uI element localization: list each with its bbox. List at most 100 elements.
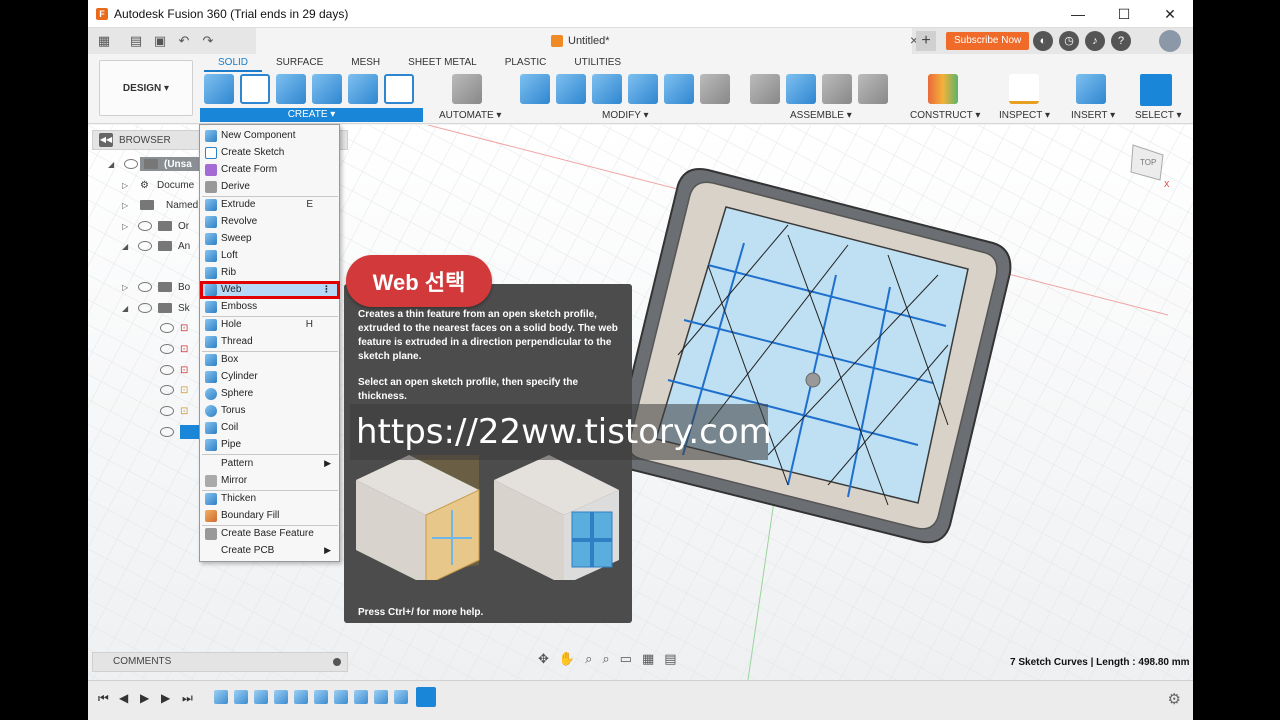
expand-icon[interactable]: ◢ — [122, 242, 132, 251]
pattern-icon[interactable] — [384, 74, 414, 104]
browser-row-analysis[interactable]: ◢ An — [122, 236, 190, 256]
offset-face-icon[interactable] — [664, 74, 694, 104]
offset-plane-icon[interactable] — [928, 74, 958, 104]
menu-item-derive[interactable]: Derive — [201, 178, 339, 195]
display-settings-icon[interactable]: ▭ — [620, 651, 632, 667]
hidden-eye-icon[interactable] — [160, 365, 174, 375]
visibility-eye-icon[interactable] — [138, 282, 152, 292]
automate-icon[interactable] — [452, 74, 482, 104]
comments-panel[interactable]: COMMENTS — [92, 652, 348, 672]
menu-item-coil[interactable]: Coil — [201, 419, 339, 436]
timeline-next-icon[interactable]: ▶ — [161, 691, 170, 705]
menu-item-mirror[interactable]: Mirror — [201, 472, 339, 489]
hidden-eye-icon[interactable] — [160, 323, 174, 333]
visibility-eye-icon[interactable] — [160, 427, 174, 437]
menu-item-create-sketch[interactable]: Create Sketch — [201, 144, 339, 161]
browser-row-root[interactable]: ◢ (Unsa — [108, 154, 192, 174]
timeline-feature-icon[interactable] — [234, 690, 248, 704]
revolve-icon[interactable] — [312, 74, 342, 104]
menu-item-create-base-feature[interactable]: Create Base Feature — [201, 525, 339, 542]
timeline-feature-icon[interactable] — [394, 690, 408, 704]
menu-item-extrude[interactable]: Extrude E — [201, 196, 339, 213]
hidden-eye-icon[interactable] — [160, 344, 174, 354]
sketch-row-active[interactable] — [154, 422, 202, 442]
new-component-assemble-icon[interactable] — [786, 74, 816, 104]
gear-icon[interactable]: ⚙ — [1168, 690, 1181, 708]
combine-icon[interactable] — [628, 74, 658, 104]
menu-item-emboss[interactable]: Emboss — [201, 298, 339, 315]
browser-row-bodies[interactable]: ▷ Bo — [122, 277, 190, 297]
joint-icon[interactable] — [750, 74, 780, 104]
close-button[interactable]: ✕ — [1147, 0, 1193, 28]
timeline-feature-icon[interactable] — [374, 690, 388, 704]
sketch-row[interactable]: ⊡ — [154, 401, 188, 421]
hidden-eye-icon[interactable] — [160, 406, 174, 416]
hidden-eye-icon[interactable] — [160, 385, 174, 395]
inspect-dropdown[interactable]: INSPECT ▾ — [999, 110, 1050, 121]
timeline-feature-icon[interactable] — [254, 690, 268, 704]
workspace-switcher[interactable]: DESIGN ▾ — [99, 60, 193, 116]
grid-menu-icon[interactable]: ▦ — [92, 30, 116, 52]
menu-item-sphere[interactable]: Sphere — [201, 385, 339, 402]
browser-row-origin[interactable]: ▷ Or — [122, 216, 189, 236]
timeline-feature-icon[interactable] — [214, 690, 228, 704]
menu-item-pipe[interactable]: Pipe — [201, 436, 339, 453]
as-built-joint-icon[interactable] — [822, 74, 852, 104]
expand-icon[interactable]: ▷ — [122, 222, 132, 231]
create-sketch-icon[interactable] — [240, 74, 270, 104]
sketch-row[interactable]: ⊡ — [154, 318, 188, 338]
undo-icon[interactable]: ↶ — [172, 30, 196, 52]
construct-dropdown[interactable]: CONSTRUCT ▾ — [910, 110, 980, 121]
shell-icon[interactable] — [592, 74, 622, 104]
move-icon[interactable] — [700, 74, 730, 104]
measure-icon[interactable] — [1009, 74, 1039, 104]
menu-item-create-pcb[interactable]: Create PCB ▶ — [201, 542, 339, 559]
menu-item-pattern[interactable]: Pattern ▶ — [201, 455, 339, 472]
fillet-icon[interactable] — [556, 74, 586, 104]
new-component-icon[interactable] — [204, 74, 234, 104]
visibility-eye-icon[interactable] — [138, 303, 152, 313]
sketch-row[interactable]: ⊡ — [154, 360, 188, 380]
job-status-icon[interactable]: ◷ — [1059, 31, 1079, 51]
sketch-row[interactable]: ⊡ — [154, 380, 188, 400]
tab-solid[interactable]: SOLID — [204, 56, 263, 72]
menu-item-thicken[interactable]: Thicken — [201, 490, 339, 507]
menu-item-boundary-fill[interactable]: Boundary Fill — [201, 507, 339, 524]
expand-icon[interactable]: ◢ — [122, 304, 132, 313]
pan-icon[interactable]: ✋ — [559, 651, 575, 667]
hole-icon[interactable] — [348, 74, 378, 104]
tab-surface[interactable]: SURFACE — [262, 56, 337, 72]
select-dropdown[interactable]: SELECT ▾ — [1135, 110, 1182, 121]
menu-item-cylinder[interactable]: Cylinder — [201, 368, 339, 385]
minimize-button[interactable]: — — [1055, 0, 1101, 28]
grid-settings-icon[interactable]: ▦ — [642, 651, 654, 667]
timeline-prev-icon[interactable]: ◀ — [119, 691, 128, 705]
press-pull-icon[interactable] — [520, 74, 550, 104]
modify-dropdown[interactable]: MODIFY ▾ — [602, 110, 649, 121]
timeline-feature-icon[interactable] — [274, 690, 288, 704]
browser-row-document-settings[interactable]: ▷ ⚙ Docume — [122, 175, 194, 195]
menu-item-create-form[interactable]: Create Form — [201, 161, 339, 178]
timeline-feature-icon[interactable] — [314, 690, 328, 704]
menu-item-box[interactable]: Box — [201, 351, 339, 368]
extensions-icon[interactable]: ◐ — [1033, 31, 1053, 51]
hidden-eye-icon[interactable] — [138, 221, 152, 231]
tab-utilities[interactable]: UTILITIES — [560, 56, 635, 72]
help-icon[interactable]: ? — [1111, 31, 1131, 51]
visibility-eye-icon[interactable] — [138, 241, 152, 251]
notifications-icon[interactable]: ♪ — [1085, 31, 1105, 51]
expand-icon[interactable]: ▷ — [122, 283, 132, 292]
menu-item-rib[interactable]: Rib — [201, 264, 339, 281]
timeline-feature-icon[interactable] — [354, 690, 368, 704]
create-dropdown[interactable]: CREATE ▾ — [200, 108, 423, 122]
viewports-icon[interactable]: ▤ — [664, 651, 676, 667]
timeline-feature-icon[interactable] — [294, 690, 308, 704]
timeline-play-icon[interactable]: ▶ — [140, 691, 149, 705]
menu-item-loft[interactable]: Loft — [201, 247, 339, 264]
add-comment-icon[interactable] — [333, 658, 341, 666]
assemble-dropdown[interactable]: ASSEMBLE ▾ — [790, 110, 852, 121]
file-icon[interactable]: ▤ — [124, 30, 148, 52]
timeline-start-icon[interactable]: ⏮ — [98, 691, 109, 706]
document-tab[interactable]: Untitled* × — [256, 28, 918, 54]
automate-dropdown[interactable]: AUTOMATE ▾ — [439, 110, 501, 121]
